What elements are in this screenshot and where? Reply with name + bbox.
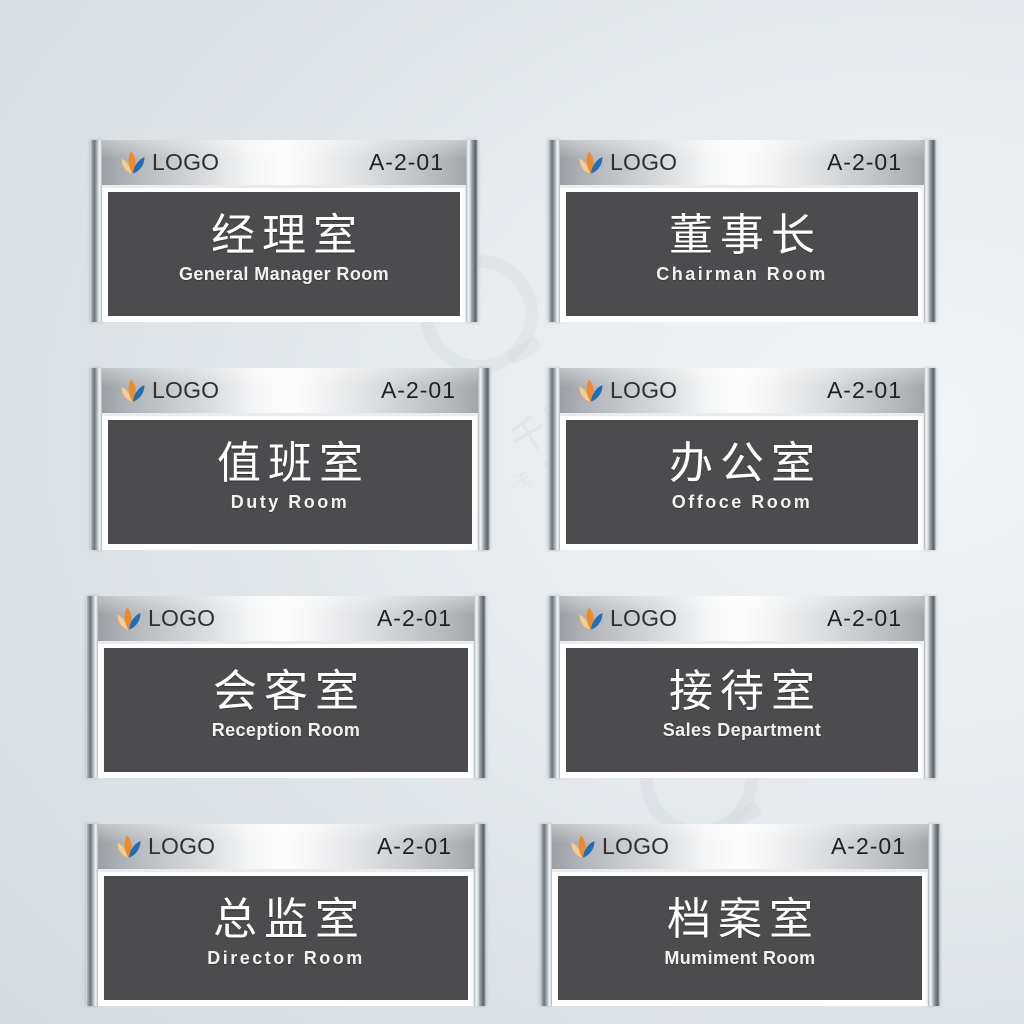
sign-panel: LOGO A-2-01 董事长 Chairman Room: [560, 140, 924, 322]
sign-header: LOGO A-2-01: [98, 596, 474, 644]
logo-label: LOGO: [148, 833, 216, 859]
lotus-flower-logo-icon: [579, 379, 603, 401]
sign-sales-department[interactable]: LOGO A-2-01 接待室 Sales Department: [548, 596, 936, 778]
room-code: A-2-01: [826, 149, 902, 175]
sign-body: 总监室 Director Room: [104, 876, 468, 1000]
room-name-cn: 档案室: [667, 894, 820, 944]
sign-rail-right: [928, 824, 940, 1006]
sign-panel: LOGO A-2-01 办公室 Offoce Room: [560, 368, 924, 550]
room-name-cn: 经理室: [211, 210, 364, 260]
lotus-flower-logo-icon: [117, 607, 141, 629]
sign-body: 接待室 Sales Department: [566, 648, 918, 772]
lotus-flower-logo-icon: [579, 607, 603, 629]
sign-panel: LOGO A-2-01 经理室 General Manager Room: [102, 140, 466, 322]
room-code: A-2-01: [826, 377, 902, 403]
sign-header: LOGO A-2-01: [102, 368, 478, 416]
sign-body: 值班室 Duty Room: [108, 420, 472, 544]
sign-rail-right: [924, 140, 936, 322]
lotus-flower-logo-icon: [121, 151, 145, 173]
room-name-en: Sales Department: [662, 720, 822, 741]
sign-body: 档案室 Mumiment Room: [558, 876, 922, 1000]
logo-label: LOGO: [610, 605, 678, 631]
sign-rail-left: [548, 596, 560, 778]
sign-rail-left: [90, 140, 102, 322]
brand-block: LOGO: [578, 151, 677, 175]
logo-label: LOGO: [152, 149, 220, 175]
logo-label: LOGO: [148, 605, 216, 631]
room-name-cn: 办公室: [669, 438, 822, 488]
brand-block: LOGO: [578, 379, 677, 403]
sign-rail-right: [924, 596, 936, 778]
room-name-en: Director Room: [207, 948, 365, 969]
lotus-flower-logo-icon: [579, 151, 603, 173]
sign-panel: LOGO A-2-01 值班室 Duty Room: [102, 368, 478, 550]
sign-body: 会客室 Reception Room: [104, 648, 468, 772]
lotus-flower-logo-icon: [121, 379, 145, 401]
sign-chairman-room[interactable]: LOGO A-2-01 董事长 Chairman Room: [548, 140, 936, 322]
sign-director-room[interactable]: LOGO A-2-01 总监室 Director Room: [86, 824, 486, 1006]
sign-rail-left: [86, 824, 98, 1006]
logo-label: LOGO: [602, 833, 670, 859]
room-code: A-2-01: [376, 833, 452, 859]
logo-label: LOGO: [610, 149, 678, 175]
sign-duty-room[interactable]: LOGO A-2-01 值班室 Duty Room: [90, 368, 490, 550]
sign-header: LOGO A-2-01: [98, 824, 474, 872]
room-name-en: Duty Room: [230, 492, 350, 513]
brand-block: LOGO: [120, 151, 219, 175]
sign-rail-left: [548, 140, 560, 322]
brand-block: LOGO: [116, 607, 215, 631]
room-name-en: Mumiment Room: [664, 948, 816, 969]
brand-block: LOGO: [578, 607, 677, 631]
brand-block: LOGO: [120, 379, 219, 403]
brand-block: LOGO: [116, 835, 215, 859]
sign-panel: LOGO A-2-01 会客室 Reception Room: [98, 596, 474, 778]
sign-rail-left: [540, 824, 552, 1006]
brand-block: LOGO: [570, 835, 669, 859]
room-code: A-2-01: [368, 149, 444, 175]
sign-header: LOGO A-2-01: [560, 140, 924, 188]
sign-office-room[interactable]: LOGO A-2-01 办公室 Offoce Room: [548, 368, 936, 550]
logo-label: LOGO: [152, 377, 220, 403]
sign-muniment-room[interactable]: LOGO A-2-01 档案室 Mumiment Room: [540, 824, 940, 1006]
lotus-flower-logo-icon: [117, 835, 141, 857]
sign-panel: LOGO A-2-01 接待室 Sales Department: [560, 596, 924, 778]
sign-panel: LOGO A-2-01 档案室 Mumiment Room: [552, 824, 928, 1006]
sign-rail-right: [478, 368, 490, 550]
sign-rail-right: [474, 824, 486, 1006]
room-name-en: Chairman Room: [656, 264, 828, 285]
sign-rail-left: [548, 368, 560, 550]
sign-grid: LOGO A-2-01 经理室 General Manager Room LOG…: [0, 0, 1024, 1024]
room-code: A-2-01: [830, 833, 906, 859]
sign-header: LOGO A-2-01: [560, 368, 924, 416]
room-name-cn: 会客室: [213, 666, 366, 716]
sign-rail-right: [474, 596, 486, 778]
sign-rail-right: [466, 140, 478, 322]
sign-rail-left: [86, 596, 98, 778]
sign-header: LOGO A-2-01: [560, 596, 924, 644]
room-name-en: General Manager Room: [178, 264, 390, 285]
sign-panel: LOGO A-2-01 总监室 Director Room: [98, 824, 474, 1006]
sign-rail-left: [90, 368, 102, 550]
sign-header: LOGO A-2-01: [102, 140, 466, 188]
room-name-en: Reception Room: [211, 720, 361, 741]
lotus-flower-logo-icon: [571, 835, 595, 857]
room-name-cn: 总监室: [213, 894, 366, 944]
sign-body: 董事长 Chairman Room: [566, 192, 918, 316]
room-code: A-2-01: [826, 605, 902, 631]
room-code: A-2-01: [376, 605, 452, 631]
room-name-en: Offoce Room: [671, 492, 813, 513]
sign-header: LOGO A-2-01: [552, 824, 928, 872]
sign-rail-right: [924, 368, 936, 550]
sign-reception-room[interactable]: LOGO A-2-01 会客室 Reception Room: [86, 596, 486, 778]
room-name-cn: 董事长: [669, 210, 822, 260]
sign-body: 办公室 Offoce Room: [566, 420, 918, 544]
room-code: A-2-01: [380, 377, 456, 403]
room-name-cn: 接待室: [669, 666, 822, 716]
room-name-cn: 值班室: [217, 438, 370, 488]
sign-body: 经理室 General Manager Room: [108, 192, 460, 316]
logo-label: LOGO: [610, 377, 678, 403]
sign-general-manager-room[interactable]: LOGO A-2-01 经理室 General Manager Room: [90, 140, 478, 322]
